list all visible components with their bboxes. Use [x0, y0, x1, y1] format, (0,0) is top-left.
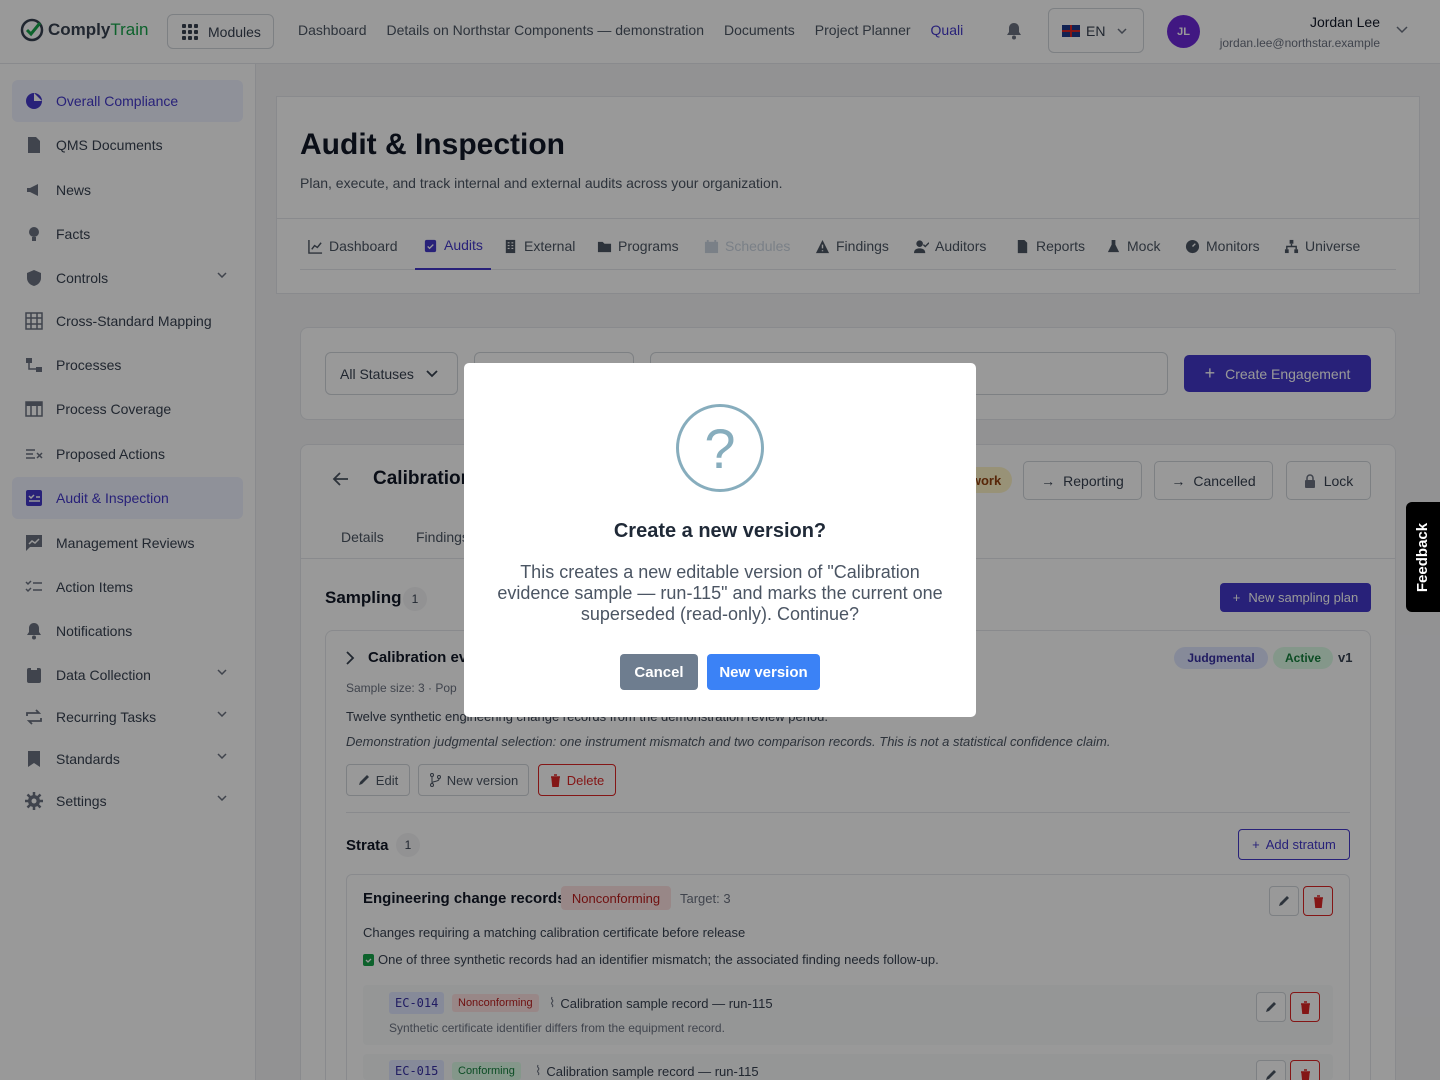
- dialog-title: Create a new version?: [613, 520, 827, 542]
- cancel-button[interactable]: Cancel: [620, 654, 698, 690]
- dialog-message: This creates a new editable version of "…: [497, 562, 943, 624]
- new-version-confirm-button[interactable]: New version: [707, 654, 820, 690]
- question-icon: ?: [676, 404, 764, 492]
- confirm-dialog: ? Create a new version? This creates a n…: [464, 363, 976, 717]
- feedback-tab[interactable]: Feedback: [1406, 502, 1440, 612]
- feedback-label: Feedback: [1414, 522, 1432, 592]
